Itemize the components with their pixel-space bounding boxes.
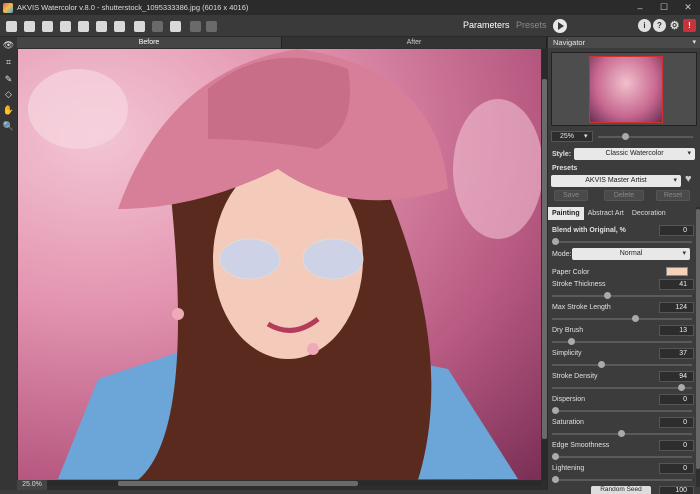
zoom-icon[interactable]: 🔍 [3, 121, 14, 132]
print-icon[interactable] [58, 19, 72, 33]
close-icon[interactable]: ✕ [676, 0, 700, 15]
navigator-header: Navigator ▾ [548, 37, 700, 48]
paper-color-label: Paper Color [552, 269, 590, 276]
home-icon[interactable] [4, 19, 18, 33]
window-title: AKVIS Watercolor v.8.0 - shutterstock_10… [17, 3, 249, 12]
delete-preset-button[interactable]: Delete [604, 190, 644, 201]
lightening-input[interactable]: 0 [659, 463, 694, 474]
tab-before[interactable]: Before [17, 37, 282, 48]
presets-tab[interactable]: Presets [516, 20, 547, 30]
stroke-thickness-label: Stroke Thickness [552, 281, 606, 288]
saturation-input[interactable]: 0 [659, 417, 694, 428]
presets-icon[interactable] [112, 19, 126, 33]
navigator-preview[interactable] [551, 52, 697, 126]
navigator-title: Navigator [553, 38, 586, 47]
blend-slider[interactable] [552, 238, 692, 245]
layers-icon[interactable] [150, 19, 164, 33]
dry-brush-label: Dry Brush [552, 327, 584, 334]
presets-label: Presets [552, 165, 578, 172]
dispersion-slider[interactable] [552, 407, 692, 414]
edge-smoothness-input[interactable]: 0 [659, 440, 694, 451]
tab-after[interactable]: After [282, 37, 547, 48]
max-stroke-length-slider[interactable] [552, 315, 692, 322]
random-seed-input[interactable]: 100 [659, 486, 694, 494]
undo-all-icon[interactable] [168, 19, 182, 33]
random-seed-label: Random Seed [591, 486, 651, 494]
edge-smoothness-label: Edge Smoothness [552, 442, 610, 449]
app-logo-icon [3, 2, 13, 13]
stroke-density-label: Stroke Density [552, 373, 598, 380]
batch-icon[interactable] [76, 19, 90, 33]
minimize-icon[interactable]: – [628, 0, 652, 15]
tab-decoration[interactable]: Decoration [628, 207, 670, 220]
info-icon[interactable]: i [638, 19, 651, 32]
horizontal-scrollbar[interactable] [18, 481, 541, 486]
style-select[interactable]: Classic Watercolor [574, 148, 695, 160]
share-icon[interactable] [94, 19, 108, 33]
stroke-thickness-input[interactable]: 41 [659, 279, 694, 290]
zoom-dropdown-icon[interactable]: ▾ [584, 132, 588, 140]
undo-icon[interactable] [188, 19, 202, 33]
dispersion-input[interactable]: 0 [659, 394, 694, 405]
param-tabs: Painting Abstract Art Decoration [548, 207, 696, 220]
panel-scrollbar[interactable] [696, 207, 700, 487]
save-icon[interactable] [40, 19, 54, 33]
dry-brush-slider[interactable] [552, 338, 692, 345]
photo-canvas[interactable] [18, 49, 541, 480]
paper-color-swatch[interactable] [666, 267, 688, 276]
help-icon[interactable]: ? [653, 19, 666, 32]
style-label: Style: [552, 151, 572, 158]
main-toolbar: Parameters Presets i ? ⚙ ! [0, 15, 700, 37]
portrait-illustration [28, 49, 541, 480]
lightening-label: Lightening [552, 465, 585, 472]
simplicity-label: Simplicity [552, 350, 582, 357]
mode-select[interactable]: Normal [572, 248, 690, 260]
simplicity-slider[interactable] [552, 361, 692, 368]
favorite-heart-icon[interactable]: ♥ [685, 173, 692, 185]
gear-icon[interactable]: ⚙ [668, 19, 681, 32]
saturation-label: Saturation [552, 419, 584, 426]
blend-input[interactable]: 0 [659, 225, 694, 236]
edge-smoothness-slider[interactable] [552, 453, 692, 460]
hand-icon[interactable]: ✋ [3, 105, 14, 116]
flip-icon[interactable] [132, 19, 146, 33]
simplicity-input[interactable]: 37 [659, 348, 694, 359]
lightening-slider[interactable] [552, 476, 692, 483]
run-button[interactable] [553, 19, 567, 33]
eraser-icon[interactable]: ◇ [3, 89, 14, 100]
redo-icon[interactable] [204, 19, 218, 33]
before-after-tabs: Before After [17, 37, 547, 48]
image-canvas-area: Before After 25.0% [17, 37, 547, 490]
canvas-zoom-label: 25.0% [17, 480, 47, 490]
preset-select[interactable]: AKVIS Master Artist [551, 175, 681, 187]
collapse-icon[interactable]: ▾ [692, 37, 696, 48]
dispersion-label: Dispersion [552, 396, 586, 403]
crop-icon[interactable]: ⌗ [3, 57, 14, 68]
parameters-tab[interactable]: Parameters [463, 20, 510, 30]
stroke-density-slider[interactable] [552, 384, 692, 391]
brush-icon[interactable]: ✎ [3, 74, 14, 85]
dry-brush-input[interactable]: 13 [659, 325, 694, 336]
maximize-icon[interactable]: ☐ [652, 0, 676, 15]
settings-panel: Navigator ▾ 25% ▾ Style: Classic Waterco… [547, 37, 700, 494]
tab-painting[interactable]: Painting [548, 207, 584, 220]
navigator-thumbnail[interactable] [589, 56, 663, 123]
save-preset-button[interactable]: Save [554, 190, 588, 201]
stroke-thickness-slider[interactable] [552, 292, 692, 299]
max-stroke-length-label: Max Stroke Length [552, 304, 611, 311]
tool-sidebar: 👁 ⌗ ✎ ◇ ✋ 🔍 [0, 37, 17, 490]
title-bar: AKVIS Watercolor v.8.0 - shutterstock_10… [0, 0, 700, 15]
blend-label: Blend with Original, % [552, 227, 626, 234]
eye-icon[interactable]: 👁 [3, 40, 14, 51]
saturation-slider[interactable] [552, 430, 692, 437]
reset-preset-button[interactable]: Reset [656, 190, 690, 201]
mode-label: Mode: [552, 251, 572, 258]
open-icon[interactable] [22, 19, 36, 33]
stroke-density-input[interactable]: 94 [659, 371, 694, 382]
tab-abstract-art[interactable]: Abstract Art [584, 207, 628, 220]
zoom-slider[interactable] [598, 133, 693, 140]
max-stroke-length-input[interactable]: 124 [659, 302, 694, 313]
news-icon[interactable]: ! [683, 19, 696, 32]
